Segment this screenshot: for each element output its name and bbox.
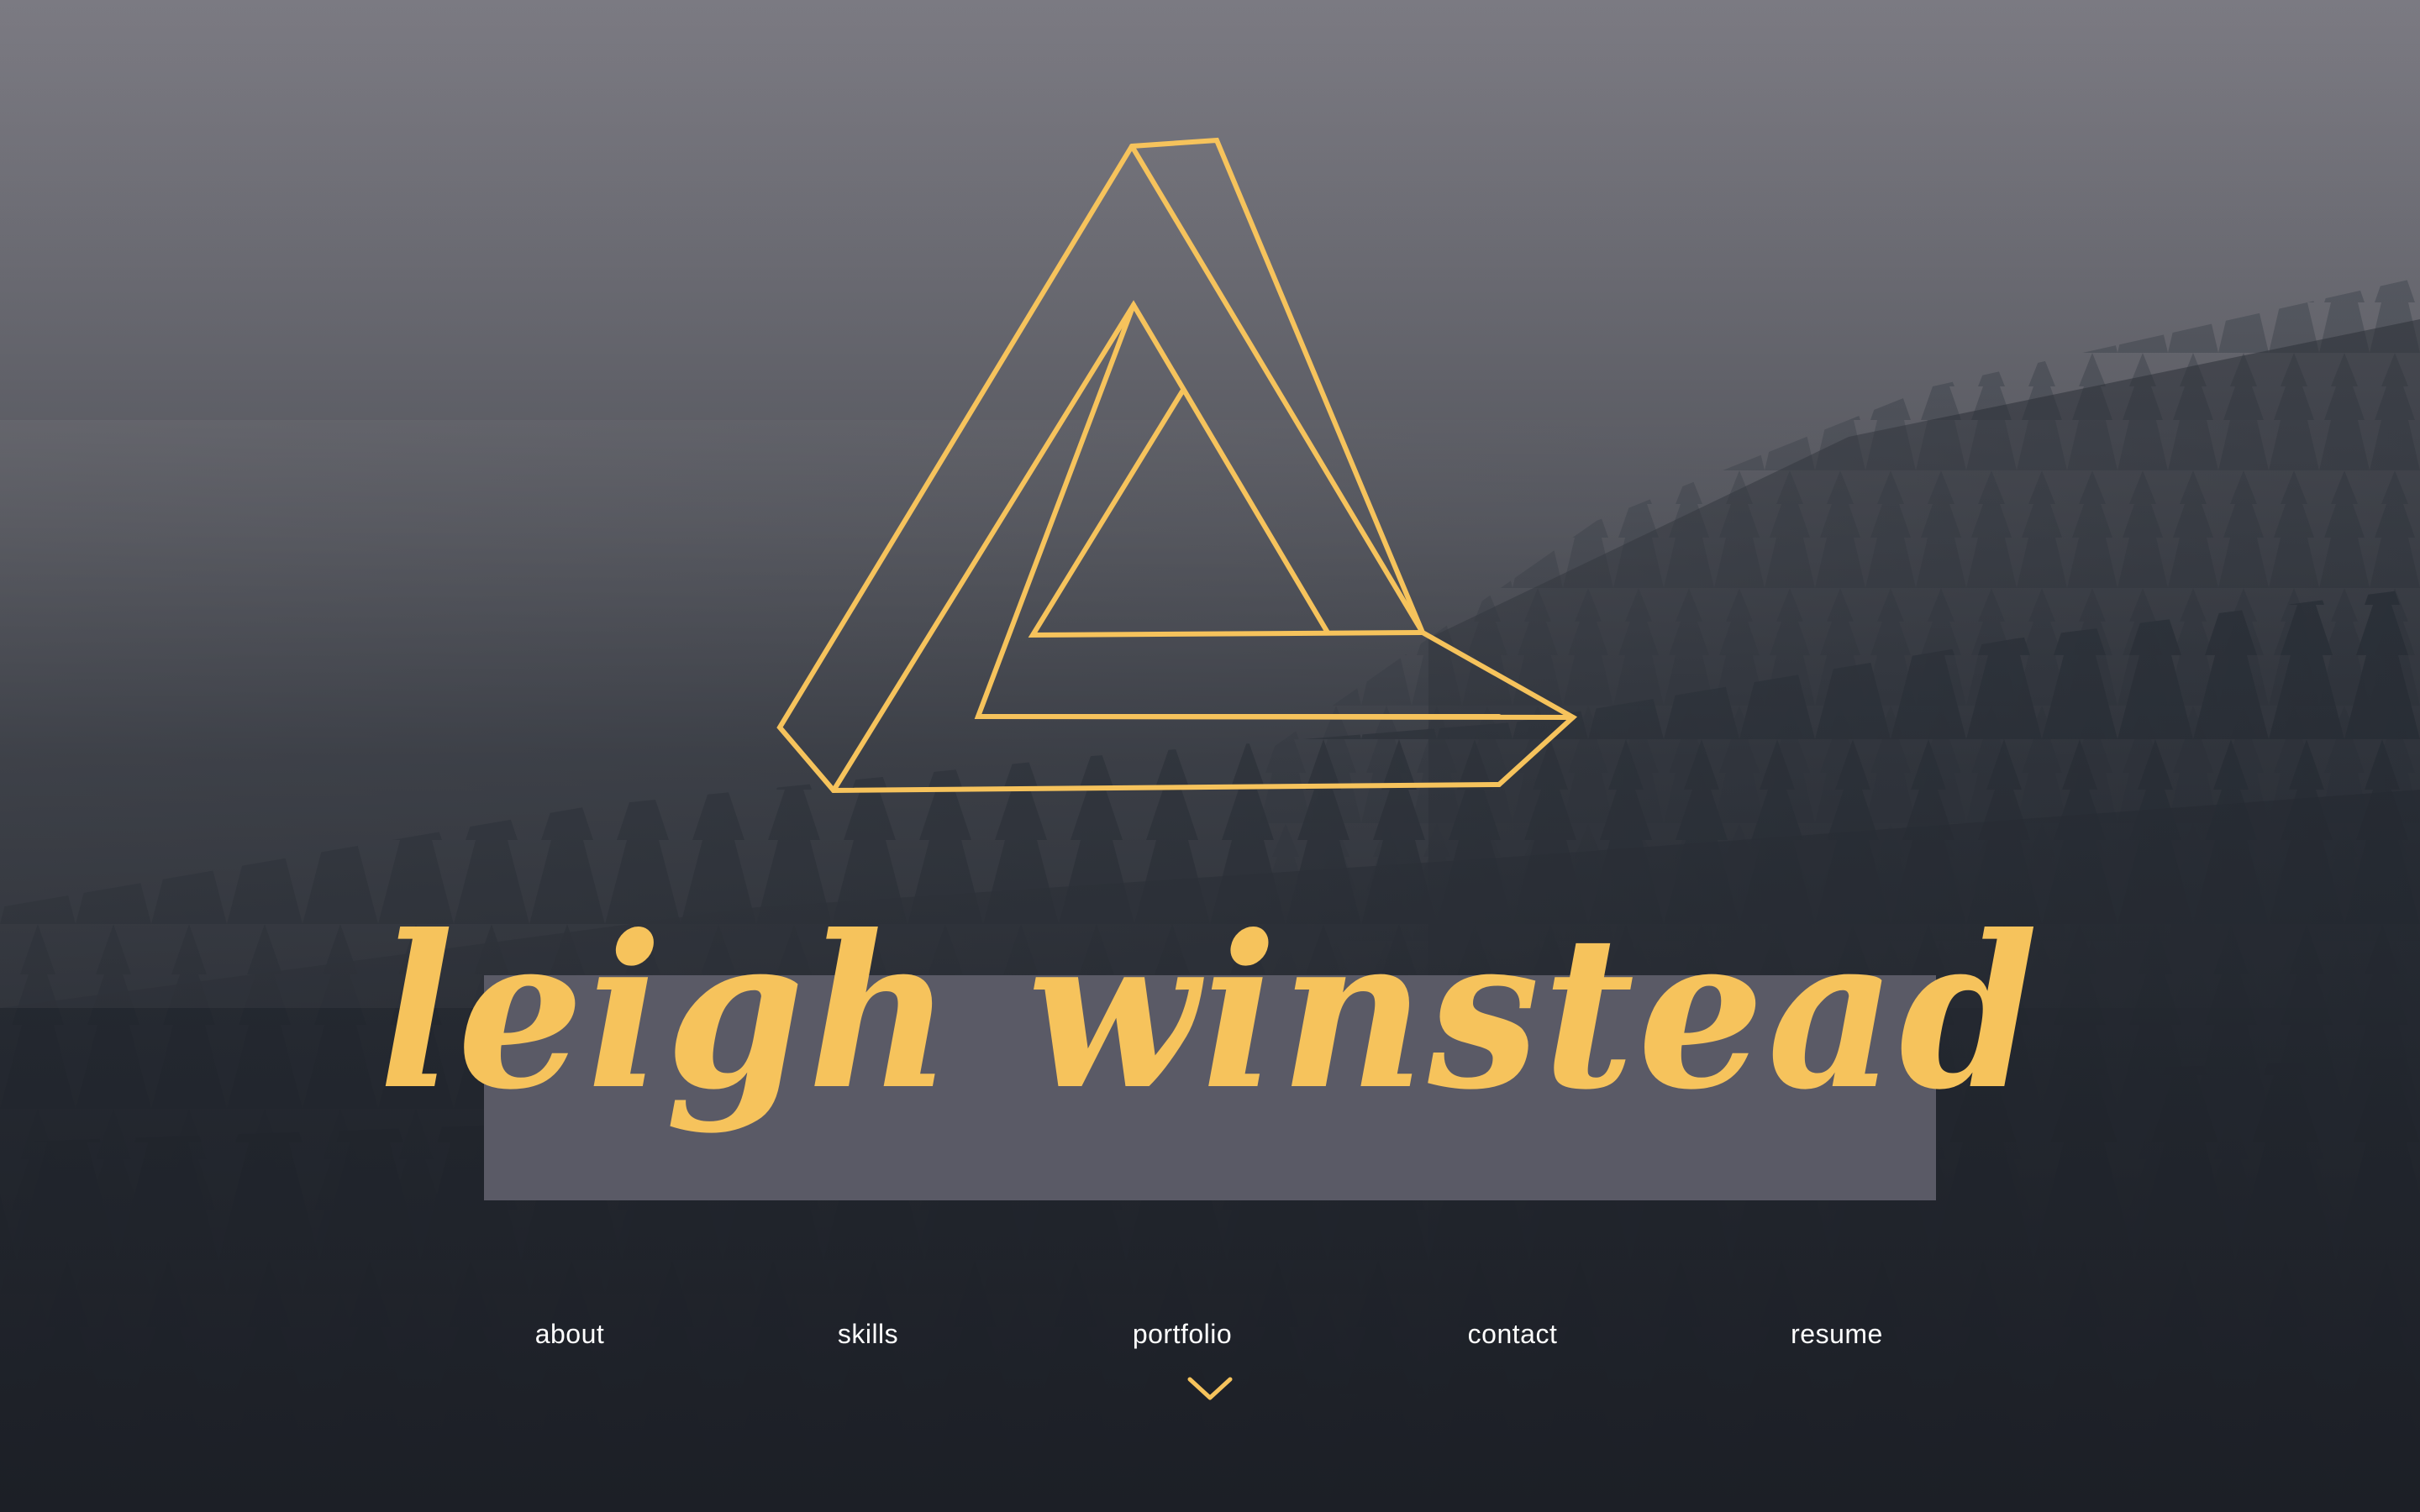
site-title: leigh winstead: [378, 888, 2042, 1137]
nav-link-portfolio[interactable]: portfolio: [1081, 1315, 1283, 1352]
chevron-down-icon[interactable]: [1186, 1374, 1234, 1404]
nav-link-about[interactable]: about: [469, 1315, 671, 1352]
nav-link-resume[interactable]: resume: [1736, 1315, 1938, 1352]
nav-link-skills[interactable]: skills: [767, 1315, 969, 1352]
nav-link-contact[interactable]: contact: [1412, 1315, 1613, 1352]
penrose-triangle-icon: [776, 137, 1578, 794]
hero-section: leigh winstead about skills portfolio co…: [0, 0, 2420, 1512]
